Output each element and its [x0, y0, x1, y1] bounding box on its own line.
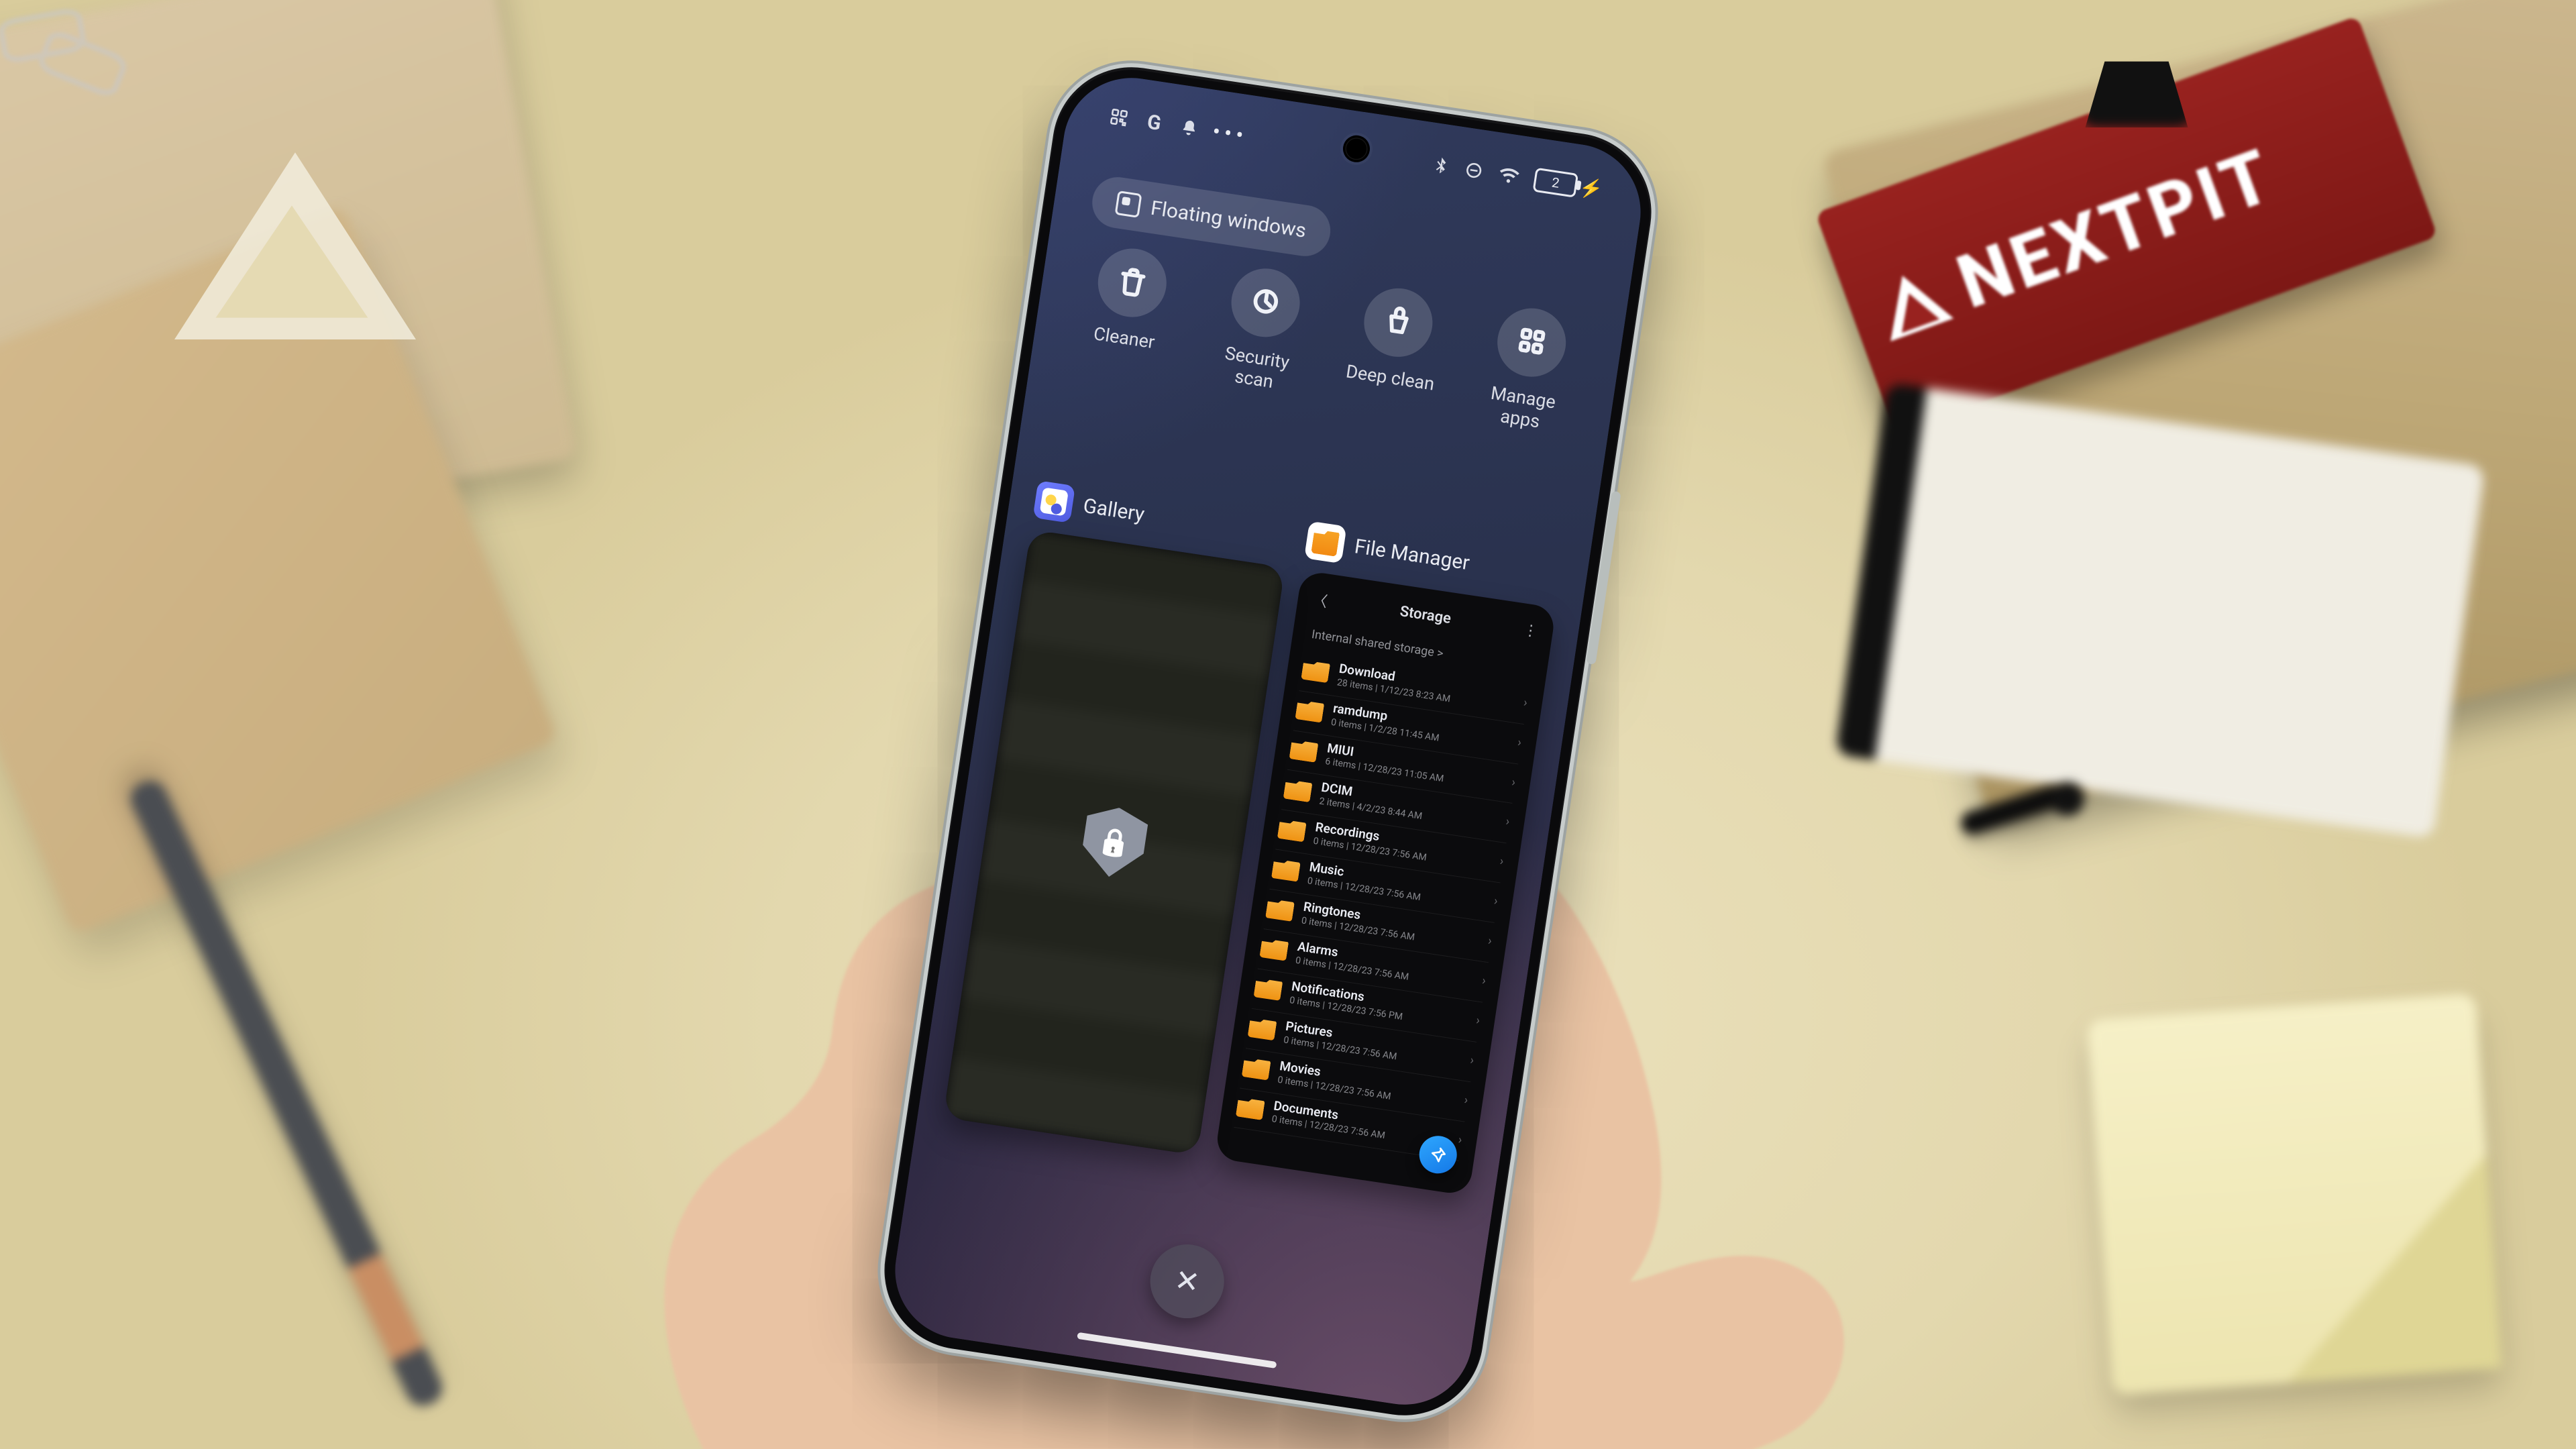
tool-deepclean-label: Deep clean	[1344, 360, 1436, 395]
chevron-right-icon: ›	[1499, 854, 1504, 869]
battery-percent: 2	[1551, 174, 1561, 191]
charging-bolt-icon: ⚡	[1578, 175, 1604, 201]
chevron-right-icon: ›	[1511, 775, 1516, 790]
folder-icon	[1289, 739, 1319, 763]
home-indicator[interactable]	[1077, 1332, 1277, 1368]
scan-icon	[1248, 284, 1283, 321]
notification-bell-icon	[1178, 117, 1201, 140]
prop-paper-clips	[0, 0, 121, 80]
desk-scene: NEXTPIT	[0, 0, 2576, 1449]
chevron-right-icon: ›	[1469, 1053, 1474, 1068]
quick-tools-row: Cleaner Security scan Deep clean	[1031, 219, 1627, 443]
fm-back-icon[interactable]: 〈	[1311, 588, 1330, 612]
chevron-right-icon: ›	[1475, 1013, 1481, 1028]
tool-deep-clean[interactable]: Deep clean	[1329, 280, 1460, 419]
brand-label: NEXTPIT	[1947, 131, 2286, 325]
file-manager-app-icon	[1304, 521, 1347, 564]
folder-icon	[1295, 699, 1324, 723]
floating-window-icon	[1115, 191, 1142, 218]
wifi-icon	[1495, 162, 1523, 189]
close-icon: ✕	[1173, 1263, 1202, 1301]
chevron-right-icon: ›	[1523, 696, 1528, 710]
trash-icon	[1115, 264, 1150, 302]
bluetooth-icon	[1430, 154, 1452, 177]
prop-pen	[125, 775, 447, 1411]
floating-windows-label: Floating windows	[1149, 196, 1307, 242]
chevron-right-icon: ›	[1463, 1093, 1468, 1108]
brand-logo-icon	[1871, 264, 1953, 341]
folder-icon	[1236, 1096, 1265, 1120]
tool-cleaner-label: Cleaner	[1092, 323, 1156, 354]
folder-icon	[1248, 1017, 1277, 1041]
chevron-right-icon: ›	[1493, 894, 1499, 909]
tool-manage-label: Manage apps	[1486, 382, 1557, 435]
do-not-disturb-icon	[1462, 159, 1485, 182]
phone-screen[interactable]: G •••	[885, 68, 1650, 1413]
fm-menu-icon[interactable]: ⋮	[1522, 622, 1539, 641]
phone: G •••	[873, 56, 1662, 1426]
chevron-right-icon: ›	[1487, 934, 1493, 949]
fm-title: Storage	[1399, 603, 1452, 627]
close-all-button[interactable]: ✕	[1145, 1240, 1229, 1324]
more-notifications-icon: •••	[1212, 131, 1247, 137]
recent-apps: Gallery File Manager	[918, 476, 1589, 1199]
folder-icon	[1271, 858, 1301, 882]
folder-icon	[1242, 1057, 1271, 1081]
chevron-right-icon: ›	[1505, 814, 1510, 829]
chevron-right-icon: ›	[1457, 1132, 1462, 1147]
chevron-right-icon: ›	[1517, 735, 1522, 750]
file-manager-title: File Manager	[1353, 535, 1471, 575]
folder-icon	[1283, 779, 1313, 803]
chevron-right-icon: ›	[1481, 973, 1487, 988]
tool-cleaner[interactable]: Cleaner	[1063, 241, 1194, 379]
folder-icon	[1259, 937, 1289, 961]
gallery-app-icon	[1032, 480, 1075, 523]
tool-security-label: Security scan	[1220, 342, 1291, 394]
google-g-icon: G	[1140, 109, 1168, 136]
folder-icon	[1253, 977, 1283, 1002]
apps-grid-icon	[1513, 323, 1549, 361]
battery-indicator: 2 ⚡	[1533, 168, 1605, 202]
folder-icon	[1277, 818, 1307, 843]
prop-sticky-notes	[2087, 993, 2502, 1395]
tool-security-scan[interactable]: Security scan	[1196, 260, 1328, 398]
tool-manage-apps[interactable]: Manage apps	[1462, 301, 1593, 439]
broom-icon	[1381, 304, 1416, 341]
folder-icon	[1265, 898, 1295, 922]
gallery-title: Gallery	[1081, 494, 1146, 527]
qr-icon	[1108, 106, 1130, 129]
folder-icon	[1301, 659, 1330, 684]
